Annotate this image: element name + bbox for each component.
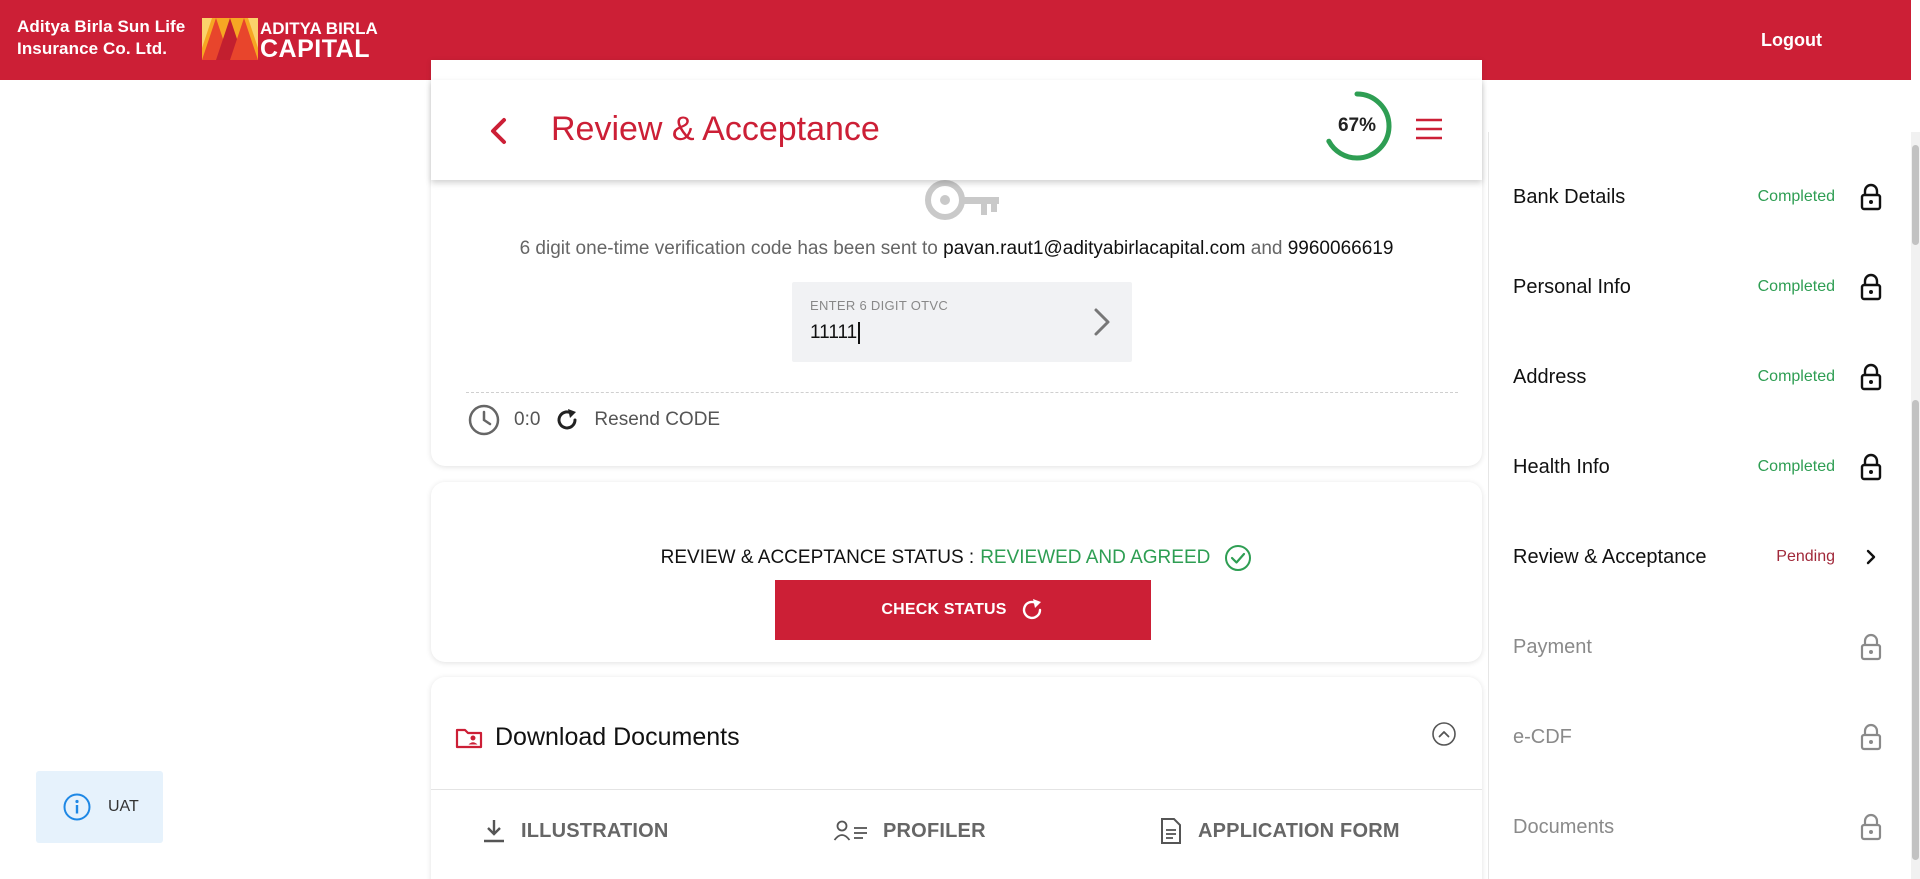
step-address[interactable]: Address Completed [1513, 357, 1883, 397]
lock-icon [1860, 813, 1882, 841]
logo-wordmark: ADITYA BIRLA CAPITAL [260, 19, 378, 63]
step-label: Health Info [1513, 455, 1610, 478]
lock-icon [1860, 633, 1882, 661]
step-label: Address [1513, 365, 1587, 388]
review-status-line: REVIEW & ACCEPTANCE STATUS : REVIEWED AN… [431, 544, 1482, 572]
review-status-card: REVIEW & ACCEPTANCE STATUS : REVIEWED AN… [431, 482, 1482, 662]
text-caret [858, 322, 860, 344]
documents-header[interactable]: Download Documents [455, 723, 740, 752]
info-icon [63, 793, 91, 821]
otp-timer-row: 0:0 Resend CODE [468, 402, 720, 438]
step-label: e-CDF [1513, 725, 1572, 748]
review-status-value: REVIEWED AND AGREED [980, 547, 1211, 568]
aditya-birla-capital-logo: ADITYA BIRLA CAPITAL [202, 18, 378, 63]
step-status: Pending [1776, 548, 1835, 565]
progress-ring: 67% [1321, 90, 1393, 162]
check-circle-icon [1225, 545, 1252, 571]
step-label: Review & Acceptance [1513, 545, 1707, 568]
review-status-label: REVIEW & ACCEPTANCE STATUS : [660, 547, 975, 568]
step-label: Personal Info [1513, 275, 1631, 298]
refresh-icon [1022, 599, 1041, 620]
step-status: Completed [1757, 458, 1835, 475]
otp-message-and: and [1250, 238, 1283, 259]
lock-icon [1860, 363, 1882, 391]
chevron-left-icon [491, 118, 506, 144]
logo-line2: CAPITAL [260, 35, 370, 63]
step-status: Completed [1757, 368, 1835, 385]
step-payment[interactable]: Payment [1513, 627, 1883, 667]
download-icon [484, 820, 504, 843]
logout-button[interactable]: Logout [1761, 30, 1822, 51]
step-label: Bank Details [1513, 185, 1626, 208]
user-list-icon [833, 820, 867, 841]
illustration-download-link[interactable]: ILLUSTRATION [481, 817, 669, 845]
documents-collapse-toggle[interactable] [1431, 721, 1457, 752]
otp-input-label: ENTER 6 DIGIT OTVC [810, 298, 949, 313]
otp-input-box: ENTER 6 DIGIT OTVC 11111 [792, 282, 1132, 362]
progress-percent: 67% [1337, 115, 1377, 136]
document-icon [1161, 818, 1181, 844]
back-button[interactable] [486, 116, 512, 146]
documents-title: Download Documents [495, 723, 740, 751]
chevron-right-icon [1094, 308, 1110, 336]
page-title-bar: Review & Acceptance 67% [431, 80, 1482, 180]
steps-sidebar: Bank Details Completed Personal Info Com… [1488, 132, 1904, 879]
step-documents[interactable]: Documents [1513, 807, 1883, 847]
step-label: Payment [1513, 635, 1592, 658]
key-icon [925, 180, 999, 220]
step-personal-info[interactable]: Personal Info Completed [1513, 267, 1883, 307]
documents-divider [431, 789, 1482, 790]
insurer-name-line2: Insurance Co. Ltd. [17, 39, 168, 58]
otp-message-prefix: 6 digit one-time verification code has b… [519, 238, 938, 259]
refresh-icon[interactable] [554, 407, 580, 433]
lock-icon [1860, 273, 1882, 301]
step-bank-details[interactable]: Bank Details Completed [1513, 177, 1883, 217]
otp-email: pavan.raut1@adityabirlacapital.com [943, 238, 1246, 259]
step-health-info[interactable]: Health Info Completed [1513, 447, 1883, 487]
otp-timer: 0:0 [514, 409, 541, 430]
otp-field[interactable]: 11111 [810, 322, 1060, 344]
chevron-up-circle-icon [1432, 722, 1456, 746]
download-documents-card: Download Documents ILLUSTRATION PROFILER [431, 677, 1482, 879]
menu-icon [1416, 118, 1442, 140]
scrollbar-thumb[interactable] [1912, 400, 1919, 860]
resend-code-link[interactable]: Resend CODE [594, 409, 720, 431]
step-label: Documents [1513, 815, 1615, 838]
illustration-label: ILLUSTRATION [521, 819, 669, 842]
logo-mark-icon [202, 18, 258, 60]
scrollbar-thumb-upper[interactable] [1912, 145, 1919, 245]
otp-phone: 9960066619 [1287, 238, 1394, 259]
chevron-right-icon [1866, 549, 1876, 565]
otp-field-value: 11111 [810, 322, 858, 344]
insurer-name: Aditya Birla Sun Life Insurance Co. Ltd. [17, 16, 185, 60]
insurer-name-line1: Aditya Birla Sun Life [17, 17, 186, 36]
otp-divider [466, 392, 1458, 393]
profiler-link[interactable]: PROFILER [833, 817, 986, 845]
application-form-label: APPLICATION FORM [1198, 819, 1400, 842]
step-status: Completed [1757, 278, 1835, 295]
lock-icon [1860, 723, 1882, 751]
clock-icon [468, 404, 500, 436]
step-e-cdf[interactable]: e-CDF [1513, 717, 1883, 757]
otp-submit-button[interactable] [1082, 302, 1122, 342]
check-status-button[interactable]: CHECK STATUS [775, 580, 1151, 640]
step-status: Completed [1757, 188, 1835, 205]
profiler-label: PROFILER [883, 819, 986, 842]
page-title: Review & Acceptance [551, 110, 880, 148]
uat-badge: UAT [36, 771, 163, 843]
check-status-label: CHECK STATUS [881, 601, 1007, 618]
step-review-acceptance[interactable]: Review & Acceptance Pending [1513, 537, 1883, 577]
lock-icon [1860, 183, 1882, 211]
folder-user-icon [455, 728, 483, 748]
hamburger-menu-button[interactable] [1415, 117, 1443, 141]
uat-label: UAT [108, 798, 139, 815]
otp-sent-message: 6 digit one-time verification code has b… [431, 238, 1482, 260]
lock-icon [1860, 453, 1882, 481]
application-form-link[interactable]: APPLICATION FORM [1158, 817, 1400, 845]
